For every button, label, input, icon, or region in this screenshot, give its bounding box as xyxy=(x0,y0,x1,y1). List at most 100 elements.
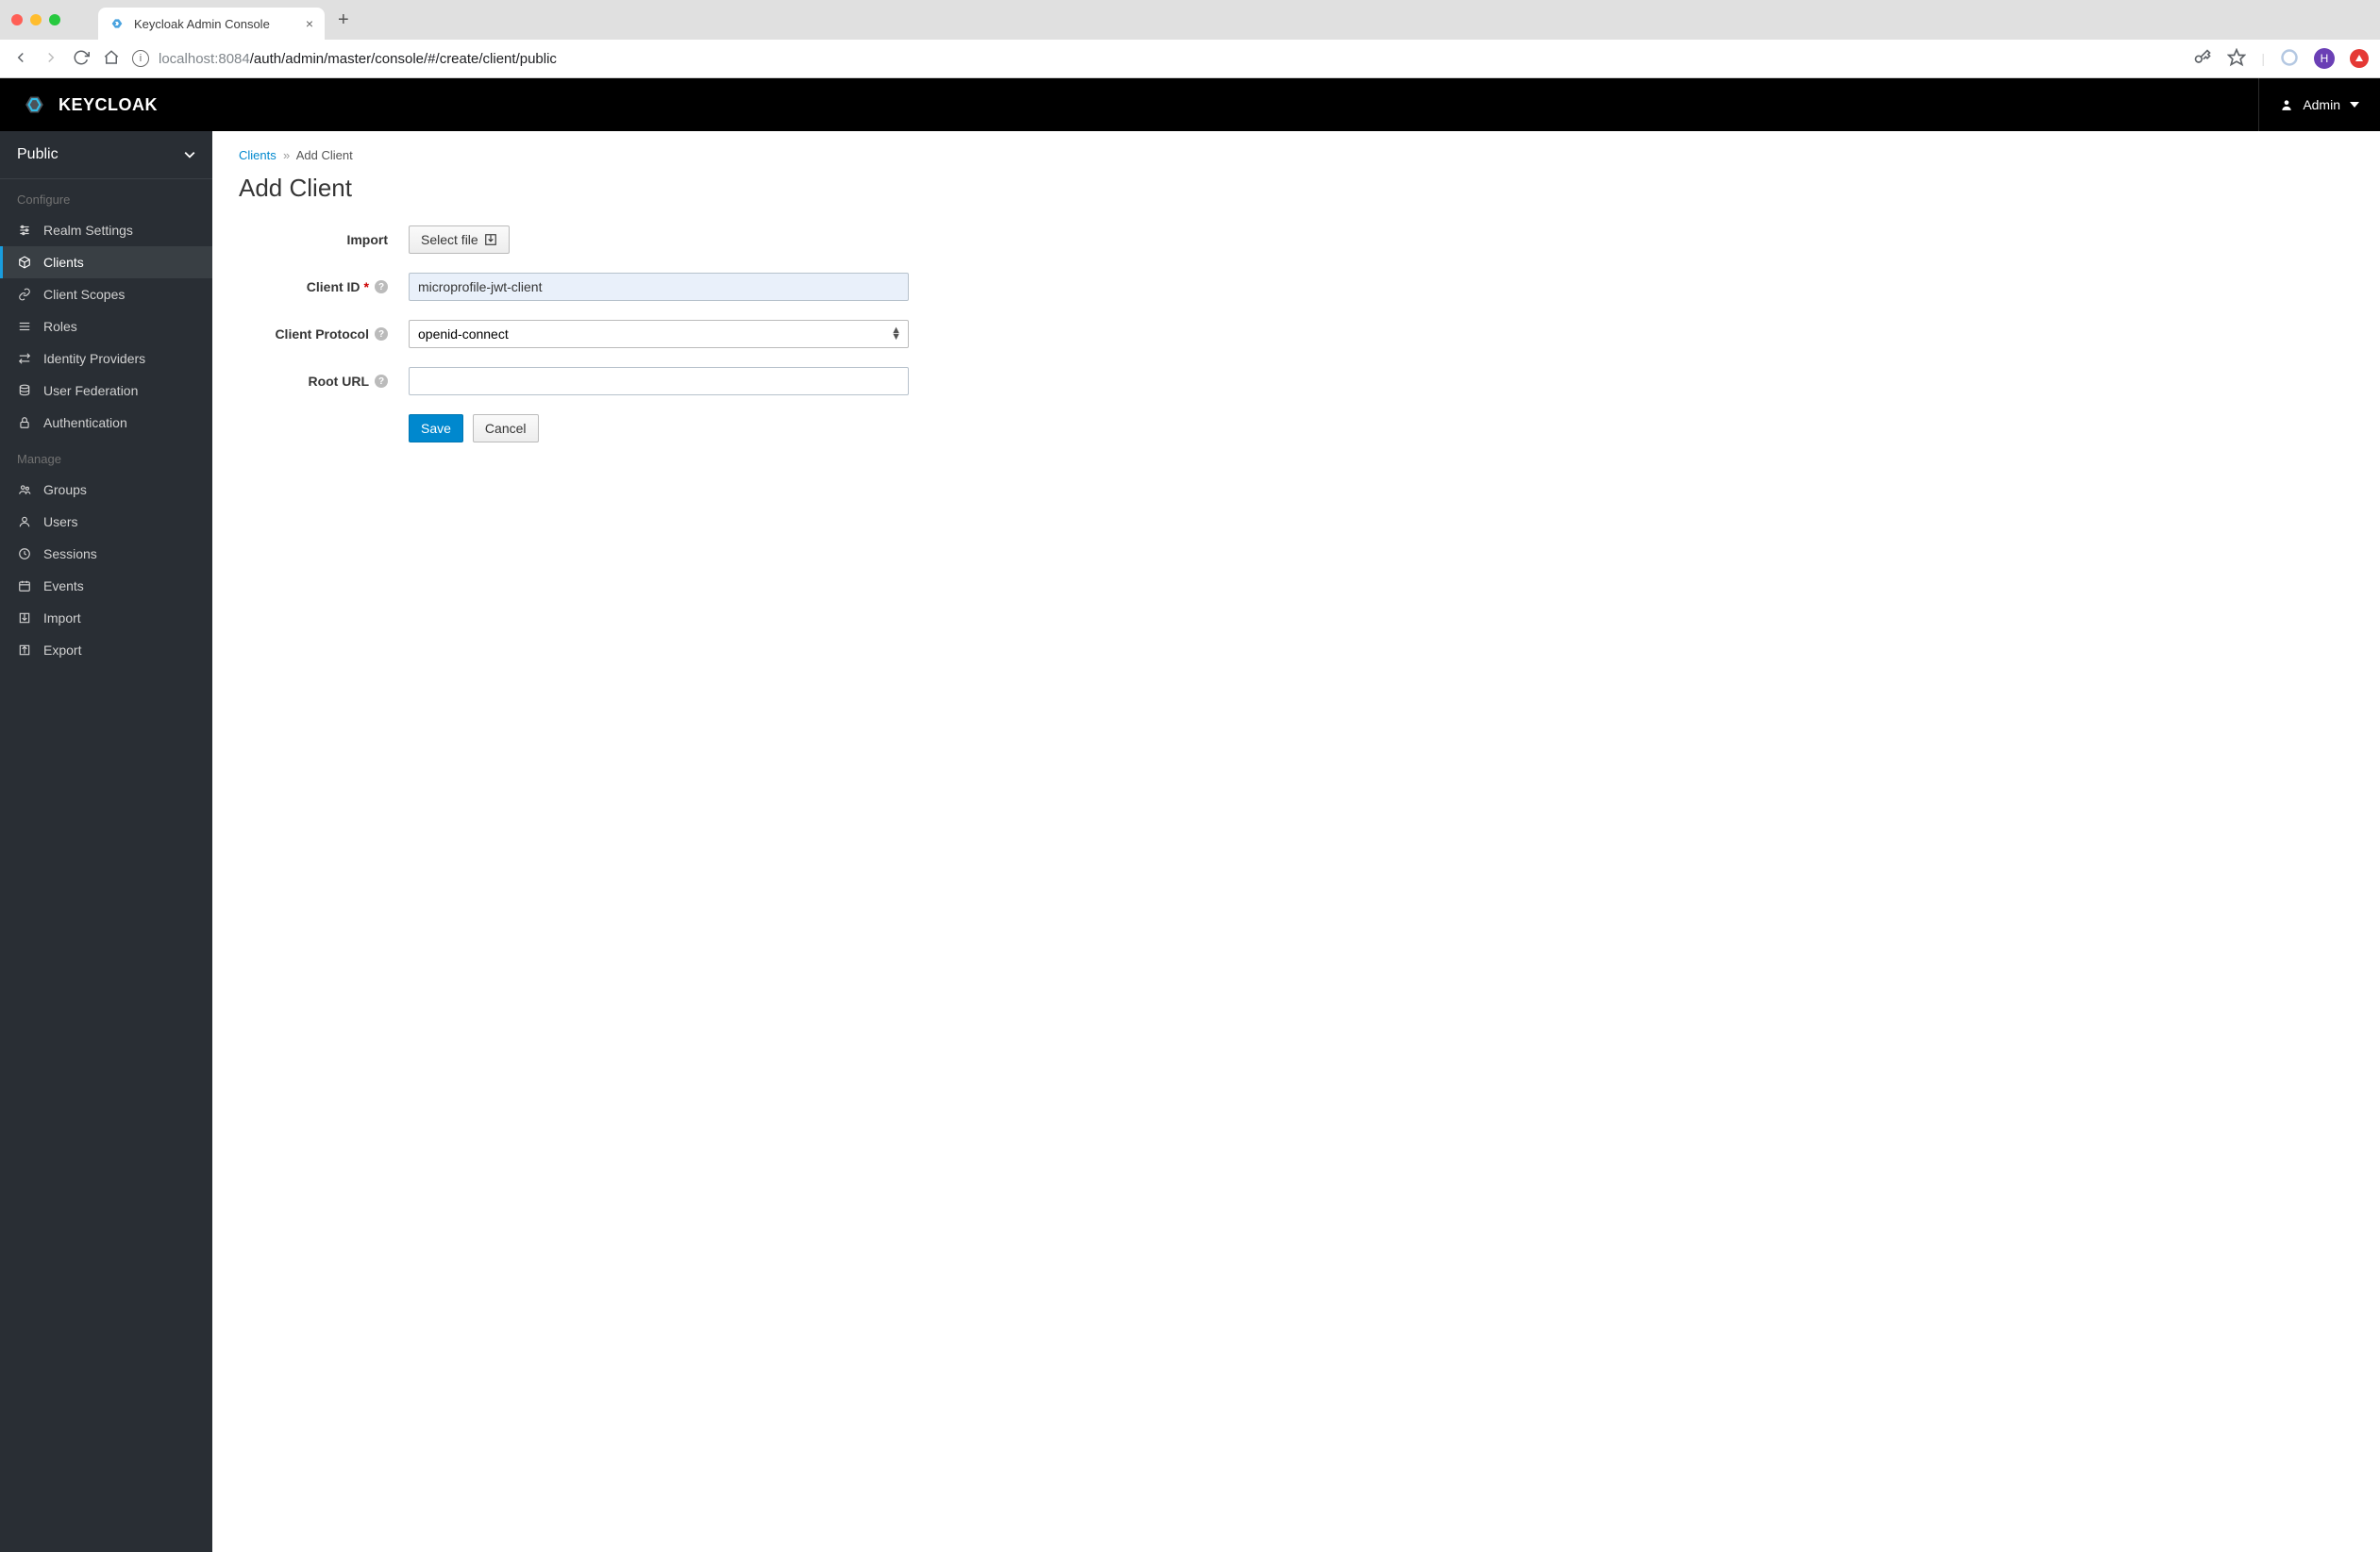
sidebar-item-label: Groups xyxy=(43,482,87,497)
sidebar-item-events[interactable]: Events xyxy=(0,570,212,602)
user-icon xyxy=(17,515,32,528)
row-import: Import Select file xyxy=(239,225,2354,254)
exchange-icon xyxy=(17,352,32,365)
maximize-window-button[interactable] xyxy=(49,14,60,25)
client-id-input[interactable] xyxy=(409,273,909,301)
sidebar-item-label: User Federation xyxy=(43,383,138,398)
sidebar-item-user-federation[interactable]: User Federation xyxy=(0,375,212,407)
chevron-down-icon xyxy=(184,149,195,160)
profile-avatar[interactable]: H xyxy=(2314,48,2335,69)
required-marker: * xyxy=(364,279,369,294)
sidebar-item-clients[interactable]: Clients xyxy=(0,246,212,278)
home-button[interactable] xyxy=(102,49,121,69)
user-name: Admin xyxy=(2303,97,2340,112)
extension-badge-icon[interactable] xyxy=(2350,49,2369,68)
sidebar-item-label: Export xyxy=(43,642,81,658)
breadcrumb-clients-link[interactable]: Clients xyxy=(239,148,277,162)
sidebar-item-label: Sessions xyxy=(43,546,97,561)
tab-title: Keycloak Admin Console xyxy=(134,17,296,31)
sidebar-item-label: Clients xyxy=(43,255,84,270)
keycloak-logo[interactable]: KEYCLOAK xyxy=(21,92,158,117)
list-icon xyxy=(17,320,32,333)
sidebar-item-roles[interactable]: Roles xyxy=(0,310,212,342)
save-button[interactable]: Save xyxy=(409,414,463,442)
page-title: Add Client xyxy=(239,174,2354,203)
toolbar-right: | H xyxy=(2193,48,2369,70)
section-manage: Manage xyxy=(0,439,212,474)
import-icon xyxy=(17,611,32,625)
reload-button[interactable] xyxy=(72,49,91,69)
bookmark-star-icon[interactable] xyxy=(2227,48,2246,70)
sidebar: Public Configure Realm Settings Clients … xyxy=(0,131,212,1552)
new-tab-button[interactable]: + xyxy=(338,9,349,31)
app-header: KEYCLOAK Admin xyxy=(0,78,2380,131)
address-bar: i localhost:8084/auth/admin/master/conso… xyxy=(0,40,2380,77)
label-root-url: Root URL xyxy=(308,374,369,389)
breadcrumb-sep: » xyxy=(283,148,290,162)
url-text: localhost:8084/auth/admin/master/console… xyxy=(159,51,557,67)
browser-chrome: Keycloak Admin Console × + i localhost:8… xyxy=(0,0,2380,78)
realm-name: Public xyxy=(17,146,59,163)
chevron-down-icon xyxy=(2350,100,2359,109)
sliders-icon xyxy=(17,224,32,237)
extension-icon[interactable] xyxy=(2280,48,2299,70)
sidebar-item-sessions[interactable]: Sessions xyxy=(0,538,212,570)
row-client-id: Client ID * ? xyxy=(239,273,2354,301)
sidebar-item-label: Users xyxy=(43,514,78,529)
sidebar-item-label: Roles xyxy=(43,319,77,334)
browser-tab[interactable]: Keycloak Admin Console × xyxy=(98,8,325,40)
clock-icon xyxy=(17,547,32,560)
cube-icon xyxy=(17,256,32,269)
close-tab-icon[interactable]: × xyxy=(306,16,313,31)
export-icon xyxy=(17,643,32,657)
database-icon xyxy=(17,384,32,397)
sidebar-item-export[interactable]: Export xyxy=(0,634,212,666)
cancel-button[interactable]: Cancel xyxy=(473,414,539,442)
sidebar-item-label: Client Scopes xyxy=(43,287,125,302)
sidebar-item-label: Authentication xyxy=(43,415,127,430)
link-icon xyxy=(17,288,32,301)
sidebar-item-groups[interactable]: Groups xyxy=(0,474,212,506)
help-icon[interactable]: ? xyxy=(375,280,388,293)
user-icon xyxy=(2280,98,2293,111)
tab-bar: Keycloak Admin Console × + xyxy=(0,0,2380,40)
form-actions: Save Cancel xyxy=(409,414,2354,442)
select-arrows-icon: ▲▼ xyxy=(891,327,901,341)
user-menu[interactable]: Admin xyxy=(2258,78,2359,131)
site-info-icon[interactable]: i xyxy=(132,50,149,67)
row-root-url: Root URL ? xyxy=(239,367,2354,395)
minimize-window-button[interactable] xyxy=(30,14,42,25)
root-url-input[interactable] xyxy=(409,367,909,395)
row-client-protocol: Client Protocol ? openid-connect ▲▼ xyxy=(239,320,2354,348)
client-protocol-select[interactable]: openid-connect xyxy=(409,320,909,348)
calendar-icon xyxy=(17,579,32,592)
sidebar-item-import[interactable]: Import xyxy=(0,602,212,634)
sidebar-item-realm-settings[interactable]: Realm Settings xyxy=(0,214,212,246)
sidebar-item-label: Events xyxy=(43,578,84,593)
sidebar-item-users[interactable]: Users xyxy=(0,506,212,538)
url-field[interactable]: i localhost:8084/auth/admin/master/conso… xyxy=(132,50,2182,67)
help-icon[interactable]: ? xyxy=(375,327,388,341)
lock-icon xyxy=(17,416,32,429)
sidebar-item-authentication[interactable]: Authentication xyxy=(0,407,212,439)
download-box-icon xyxy=(484,233,497,246)
main-content: Clients » Add Client Add Client Import S… xyxy=(212,131,2380,1552)
realm-selector[interactable]: Public xyxy=(0,131,212,179)
forward-button[interactable] xyxy=(42,49,60,69)
password-key-icon[interactable] xyxy=(2193,48,2212,70)
select-file-button[interactable]: Select file xyxy=(409,225,510,254)
back-button[interactable] xyxy=(11,49,30,69)
section-configure: Configure xyxy=(0,179,212,214)
sidebar-item-label: Realm Settings xyxy=(43,223,133,238)
sidebar-item-client-scopes[interactable]: Client Scopes xyxy=(0,278,212,310)
help-icon[interactable]: ? xyxy=(375,375,388,388)
sidebar-item-identity-providers[interactable]: Identity Providers xyxy=(0,342,212,375)
window-controls xyxy=(11,14,60,25)
breadcrumb-current: Add Client xyxy=(296,148,353,162)
label-client-protocol: Client Protocol xyxy=(275,326,369,342)
group-icon xyxy=(17,483,32,496)
sidebar-item-label: Import xyxy=(43,610,81,626)
close-window-button[interactable] xyxy=(11,14,23,25)
logo-mark-icon xyxy=(21,92,53,117)
favicon xyxy=(109,16,125,31)
